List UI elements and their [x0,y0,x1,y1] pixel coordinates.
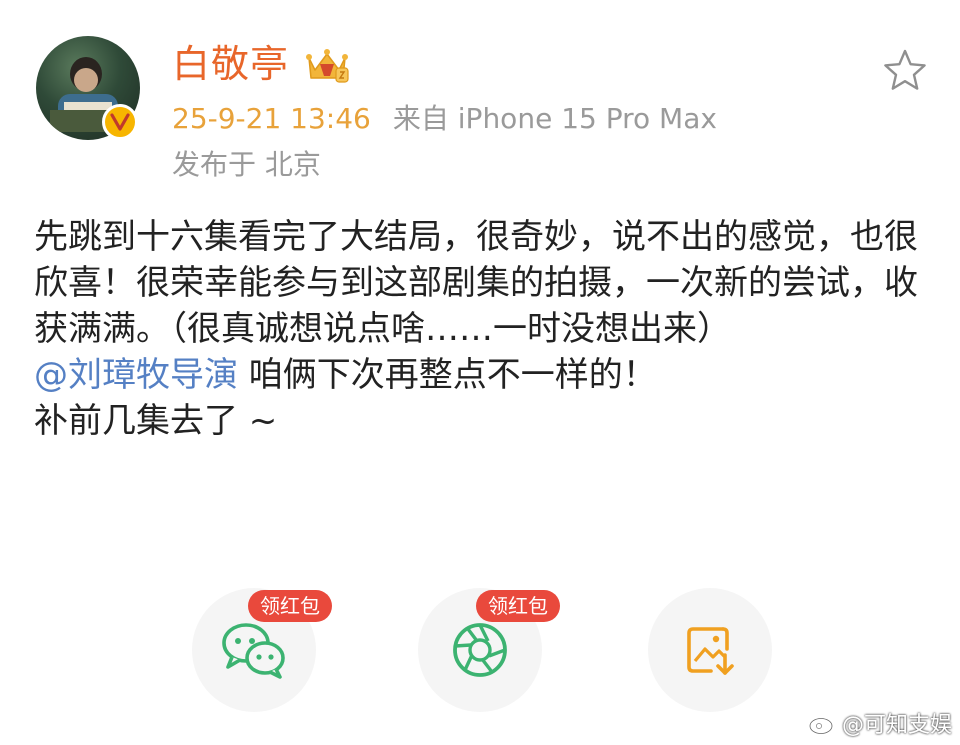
post-mention-line: @刘璋牧导演 咱俩下次再整点不一样的！ [34,352,939,398]
post-timestamp: 25-9-21 13:46 [172,102,371,135]
wechat-icon [222,623,285,679]
post-paragraph: 补前几集去了 ~ [34,401,278,441]
redpacket-tag-moments[interactable]: 领红包 [476,590,560,622]
weibo-logo-icon [808,714,836,735]
post-location: 发布于 北京 [172,148,321,181]
post-paragraph: 先跳到十六集看完了大结局，很奇妙，说不出的感觉，也很欣喜！很荣幸能参与到这部剧集… [34,217,918,349]
watermark-text: @可知支娱 [841,713,952,738]
save-image-button[interactable] [648,588,772,712]
post-source: 来自 iPhone 15 Pro Max [392,102,717,135]
verified-v-icon [102,104,138,140]
crown-member-icon[interactable] [303,44,351,84]
watermark: @可知支娱 [808,707,952,739]
post-body: 先跳到十六集看完了大结局，很奇妙，说不出的感觉，也很欣喜！很荣幸能参与到这部剧集… [34,214,939,444]
username[interactable]: 白敬亭 [172,45,289,83]
star-icon[interactable] [882,48,928,92]
post-meta: 25-9-21 13:46 来自 iPhone 15 Pro Max [172,100,717,138]
redpacket-tag-wechat[interactable]: 领红包 [248,590,332,622]
username-row: 白敬亭 [172,38,351,90]
mention-suffix: 咱俩下次再整点不一样的！ [238,355,657,395]
mention-link[interactable]: @刘璋牧导演 [34,355,238,395]
save-image-icon [687,627,734,675]
moments-icon [453,623,507,677]
